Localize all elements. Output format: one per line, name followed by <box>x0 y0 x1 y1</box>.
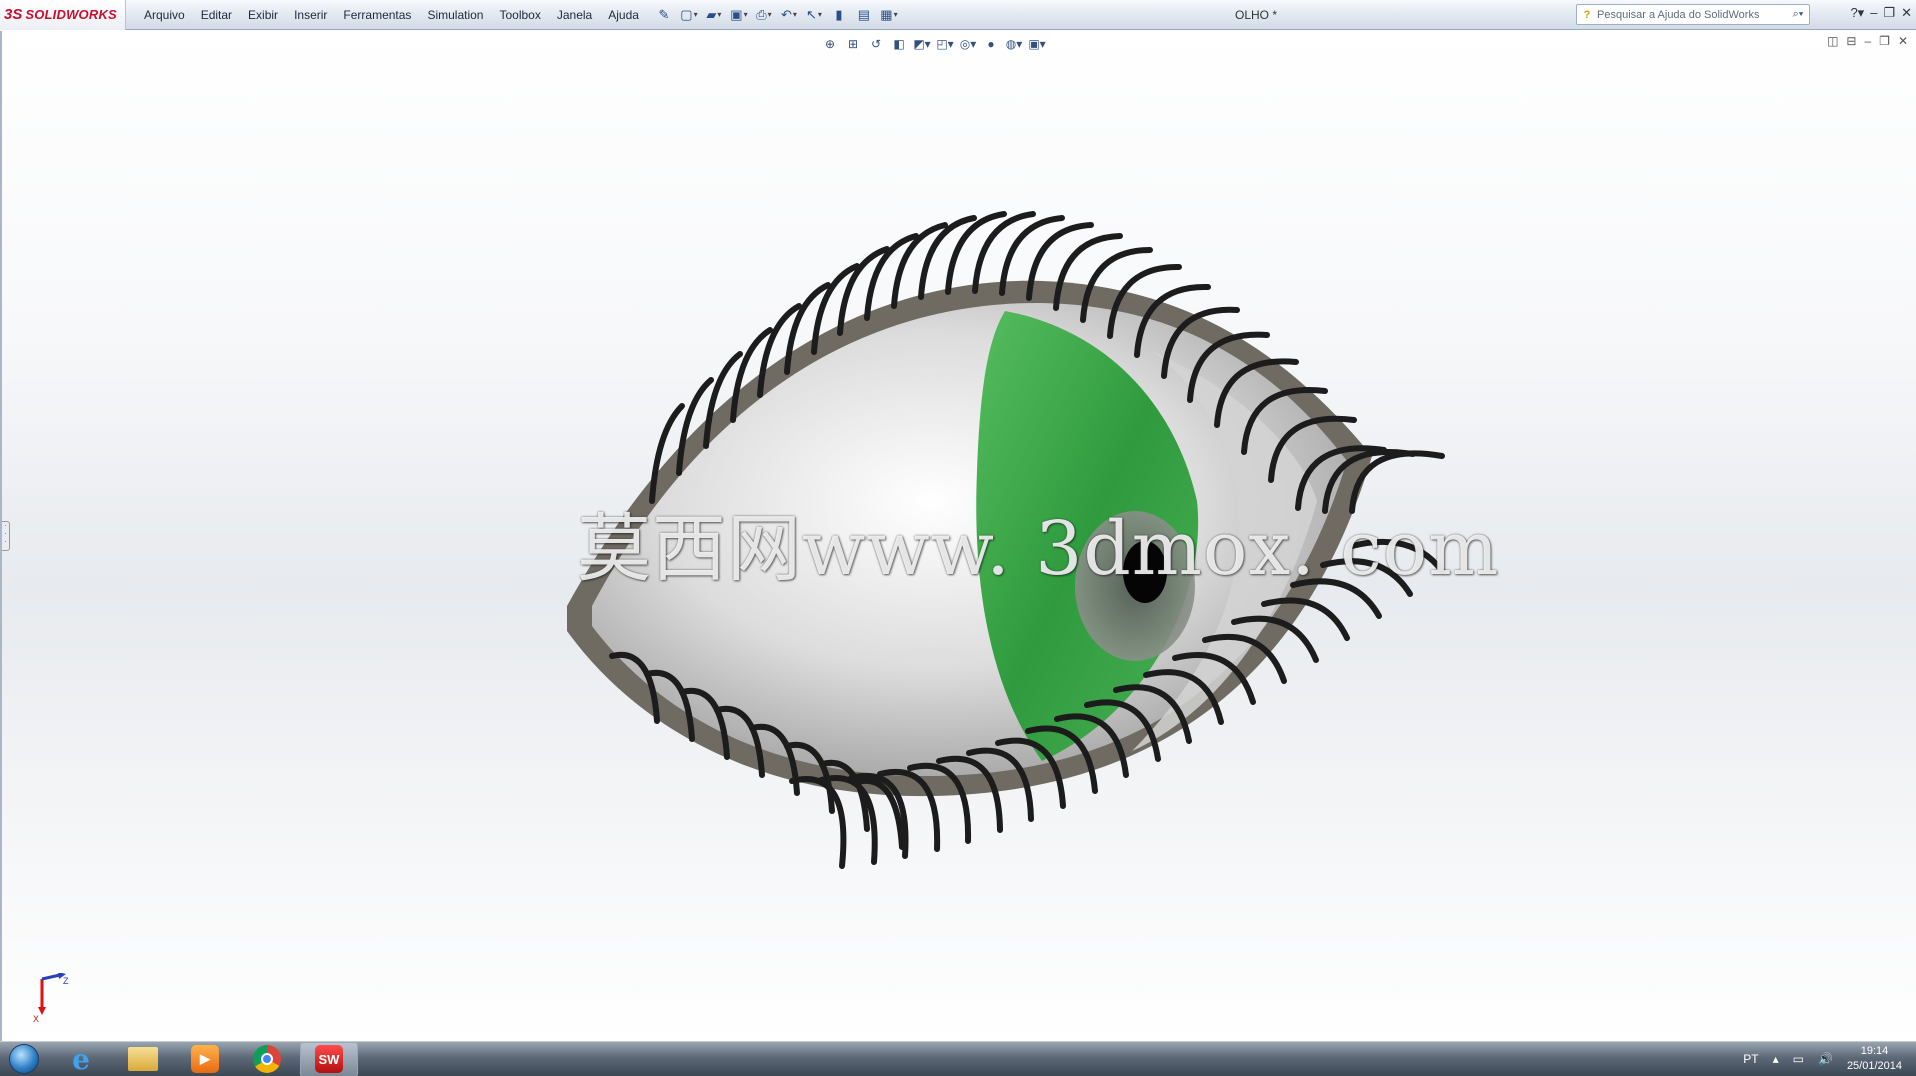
file-properties-icon[interactable]: ▤ <box>853 4 875 26</box>
viewport-minimize-icon[interactable]: ‒ <box>1864 34 1871 48</box>
viewport-close-icon[interactable]: ✕ <box>1898 34 1908 48</box>
apply-scene-icon[interactable]: ◍▾ <box>1004 34 1024 54</box>
open-folder-icon[interactable]: ▰ <box>703 4 725 26</box>
menu-ferramentas[interactable]: Ferramentas <box>335 0 419 30</box>
show-hidden-icons-icon[interactable]: ▴ <box>1773 1052 1779 1066</box>
viewport-controls: ◫ ⊟ ‒ ❐ ✕ <box>1827 34 1908 48</box>
heads-up-view-toolbar: ⊕ ⊞ ↺ ◧ ◩▾ ◰▾ ◎▾ ● ◍▾ ▣▾ <box>820 34 1047 54</box>
triad-z-label: Z <box>63 976 69 986</box>
view-orientation-icon[interactable]: ◩▾ <box>912 34 932 54</box>
windows-taskbar: e ▶ SW PT ▴ ▭ 🔊 19:14 25/01/2014 <box>0 1041 1916 1076</box>
hide-show-items-icon[interactable]: ◎▾ <box>958 34 978 54</box>
windows-logo-icon <box>9 1044 39 1074</box>
language-indicator[interactable]: PT <box>1743 1052 1758 1066</box>
save-icon[interactable]: ▣ <box>728 4 750 26</box>
taskbar-chrome[interactable] <box>238 1042 296 1076</box>
menu-inserir[interactable]: Inserir <box>286 0 335 30</box>
menu-arquivo[interactable]: Arquivo <box>136 0 193 30</box>
reference-triad: X Z <box>30 972 70 1028</box>
edit-appearance-icon[interactable]: ● <box>981 34 1001 54</box>
media-player-icon: ▶ <box>191 1045 219 1073</box>
previous-view-icon[interactable]: ↺ <box>866 34 886 54</box>
menu-simulation[interactable]: Simulation <box>419 0 491 30</box>
help-icon[interactable]: ?▾ <box>1850 5 1864 21</box>
section-view-icon[interactable]: ◧ <box>889 34 909 54</box>
taskbar-file-explorer[interactable] <box>114 1042 172 1076</box>
view-settings-icon[interactable]: ▣▾ <box>1027 34 1047 54</box>
undo-icon[interactable]: ↶ <box>778 4 800 26</box>
help-question-icon: ? <box>1583 8 1591 21</box>
clock-date: 25/01/2014 <box>1846 1060 1902 1072</box>
volume-icon[interactable]: 🔊 <box>1818 1052 1833 1066</box>
feature-manager-handle[interactable]: · · · <box>2 521 10 551</box>
display-style-icon[interactable]: ◰▾ <box>935 34 955 54</box>
new-document-icon[interactable]: ▢ <box>678 4 700 26</box>
minimize-icon[interactable]: ‒ <box>1870 5 1877 21</box>
menu-editar[interactable]: Editar <box>193 0 240 30</box>
close-icon[interactable]: ✕ <box>1901 5 1912 21</box>
options-icon[interactable]: ▦ <box>878 4 900 26</box>
viewport-restore-icon[interactable]: ❐ <box>1879 34 1890 48</box>
start-button[interactable] <box>0 1042 48 1076</box>
menu-janela[interactable]: Janela <box>549 0 600 30</box>
window-controls: ?▾ ‒ ❐ ✕ <box>1850 5 1912 21</box>
graphics-viewport[interactable]: ⊕ ⊞ ↺ ◧ ◩▾ ◰▾ ◎▾ ● ◍▾ ▣▾ ◫ ⊟ ‒ ❐ ✕ · · · 莫… <box>0 31 1916 1041</box>
select-cursor-icon[interactable]: ↖ <box>803 4 825 26</box>
triad-x-label: X <box>33 1014 39 1023</box>
watermark-text: 莫西网www. 3dmox. com <box>577 506 1500 592</box>
menu-toolbox[interactable]: Toolbox <box>491 0 548 30</box>
solidworks-logo[interactable]: 3S SOLIDWORKS <box>0 0 126 30</box>
pin-icon[interactable]: ✎ <box>653 4 675 26</box>
taskbar-solidworks[interactable]: SW <box>300 1041 358 1076</box>
clock[interactable]: 19:14 25/01/2014 <box>1847 1044 1902 1074</box>
standard-toolbar: ✎ ▢ ▰ ▣ ⎙ ↶ ↖ ▮ ▤ ▦ <box>653 4 900 26</box>
zoom-area-icon[interactable]: ⊞ <box>843 34 863 54</box>
restore-icon[interactable]: ❐ <box>1883 5 1895 21</box>
solidworks-wordmark: SOLIDWORKS <box>25 7 117 22</box>
help-search-box[interactable]: ? Pesquisar a Ajuda do SolidWorks ⌕▾ <box>1576 4 1810 25</box>
menu-ajuda[interactable]: Ajuda <box>600 0 647 30</box>
split-vertical-icon[interactable]: ⊟ <box>1846 34 1856 48</box>
internet-explorer-icon: e <box>72 1042 90 1076</box>
search-icon[interactable]: ⌕▾ <box>1787 8 1809 21</box>
document-title: OLHO * <box>1235 8 1278 22</box>
menu-exibir[interactable]: Exibir <box>240 0 286 30</box>
taskbar-internet-explorer[interactable]: e <box>52 1042 110 1076</box>
split-horizontal-icon[interactable]: ◫ <box>1827 34 1838 48</box>
chrome-icon <box>253 1045 281 1073</box>
print-icon[interactable]: ⎙ <box>753 4 775 26</box>
title-bar: 3S SOLIDWORKS Arquivo Editar Exibir Inse… <box>0 0 1916 30</box>
menu-bar: Arquivo Editar Exibir Inserir Ferramenta… <box>126 0 647 30</box>
taskbar-media-player[interactable]: ▶ <box>176 1042 234 1076</box>
rebuild-icon[interactable]: ▮ <box>828 4 850 26</box>
system-tray: PT ▴ ▭ 🔊 19:14 25/01/2014 <box>1743 1044 1916 1074</box>
solidworks-app-icon: SW <box>315 1045 343 1073</box>
folder-icon <box>128 1047 158 1071</box>
zoom-to-fit-icon[interactable]: ⊕ <box>820 34 840 54</box>
ds-logo-mark: 3S <box>4 6 23 23</box>
clock-time: 19:14 <box>1860 1045 1889 1057</box>
network-icon[interactable]: ▭ <box>1793 1052 1804 1066</box>
help-search-input[interactable]: Pesquisar a Ajuda do SolidWorks <box>1597 9 1759 21</box>
